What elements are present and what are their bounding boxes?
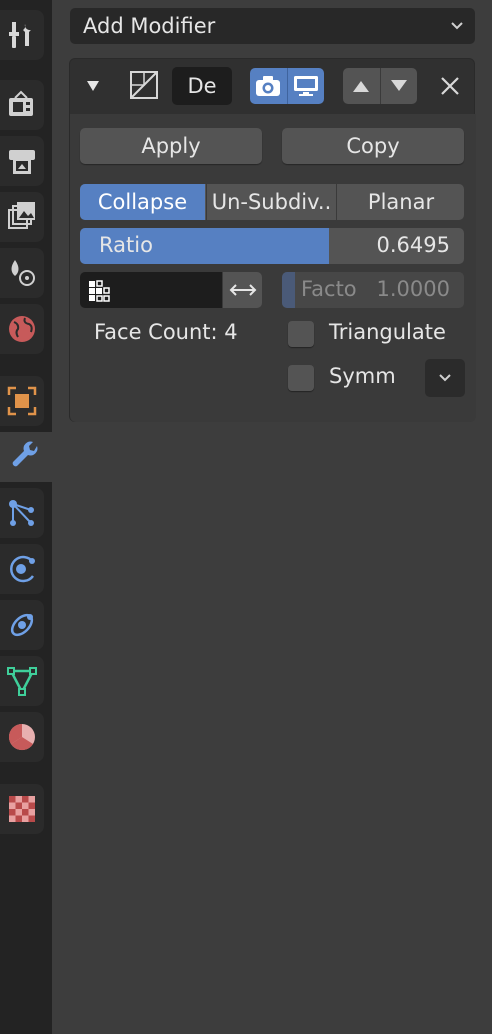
tool-icon [9,22,31,48]
texture-tab[interactable] [0,784,44,834]
data-tab[interactable] [0,656,44,706]
material-sphere-icon [8,723,35,751]
mode-collapse-label: Collapse [97,190,188,214]
copy-label: Copy [346,134,400,158]
ratio-slider[interactable]: Ratio 0.6495 [80,228,464,264]
monitor-icon [294,76,318,96]
modifier-name-value: De [187,74,217,98]
face-count-text: Face Count: 4 [94,320,238,344]
mode-planar-label: Planar [367,190,435,214]
mode-planar-button[interactable]: Planar [336,184,464,220]
factor-slider-fill [282,272,295,308]
triangulate-checkbox[interactable] [288,321,314,347]
mode-unsubdiv-label: Un-Subdiv.. [211,190,332,214]
factor-label: Facto [301,277,357,301]
close-icon[interactable] [440,76,460,96]
scene-icon [11,260,35,286]
chevron-down-icon [439,374,451,382]
camera-icon [256,76,280,96]
particles-tab[interactable] [0,488,44,538]
mode-unsubdiv-button[interactable]: Un-Subdiv.. [206,184,336,220]
decimate-icon [130,71,158,99]
move-down-button[interactable] [380,68,417,104]
arrow-up-icon [353,81,369,92]
double-arrow-icon [229,284,256,296]
world-tab[interactable] [0,304,44,354]
properties-tab-bar [0,0,52,1034]
apply-label: Apply [141,134,201,158]
visibility-toggles [250,68,324,104]
ratio-label: Ratio [99,233,153,257]
image-stack-icon [8,202,35,229]
symmetry-factor-slider[interactable]: Facto 1.0000 [282,272,464,308]
object-tab[interactable] [0,376,44,426]
arrow-down-icon [391,80,407,91]
vertex-group-field[interactable] [80,272,222,308]
symmetry-checkbox[interactable] [288,365,314,391]
symmetry-axis-dropdown[interactable] [425,359,465,397]
wrench-icon [12,441,38,467]
material-tab[interactable] [0,712,44,762]
checker-texture-icon [9,796,35,822]
scene-tab[interactable] [0,248,44,298]
particles-icon [9,500,34,526]
render-toggle-button[interactable] [250,68,286,104]
apply-button[interactable]: Apply [80,128,262,164]
move-up-button[interactable] [343,68,379,104]
render-camera-icon [9,90,33,116]
decimate-modifier-panel: De Apply Copy Collapse Un-Subdiv.. Plana… [69,58,476,422]
view-layer-tab[interactable] [0,192,44,242]
properties-editor: Add Modifier De Apply Copy Collapse Un-S… [52,0,492,1034]
symmetry-label: Symm [329,364,396,388]
vertex-group-icon [89,280,110,302]
constraint-icon [10,613,34,637]
triangulate-label: Triangulate [329,320,446,344]
invert-vertex-group-button[interactable] [223,272,262,308]
render-tab[interactable] [0,80,44,130]
mesh-triangle-icon [7,667,37,696]
output-tab[interactable] [0,136,44,186]
move-buttons [343,68,417,104]
decimate-mode-selector: Collapse Un-Subdiv.. Planar [80,184,464,220]
world-icon [9,316,35,342]
copy-button[interactable]: Copy [282,128,464,164]
physics-tab[interactable] [0,544,44,594]
object-square-icon [7,386,37,416]
chevron-down-icon [451,22,463,30]
viewport-toggle-button[interactable] [287,68,324,104]
constraints-tab[interactable] [0,600,44,650]
mode-collapse-button[interactable]: Collapse [80,184,205,220]
modifier-tab[interactable] [0,432,52,482]
physics-icon [10,555,35,583]
tool-tab[interactable] [0,10,44,60]
collapse-triangle-icon[interactable] [85,78,101,94]
modifier-name-field[interactable]: De [172,67,232,105]
ratio-value: 0.6495 [376,233,450,257]
factor-value: 1.0000 [376,277,450,301]
printer-icon [9,150,35,174]
add-modifier-label: Add Modifier [83,14,216,38]
add-modifier-dropdown[interactable]: Add Modifier [70,8,475,44]
